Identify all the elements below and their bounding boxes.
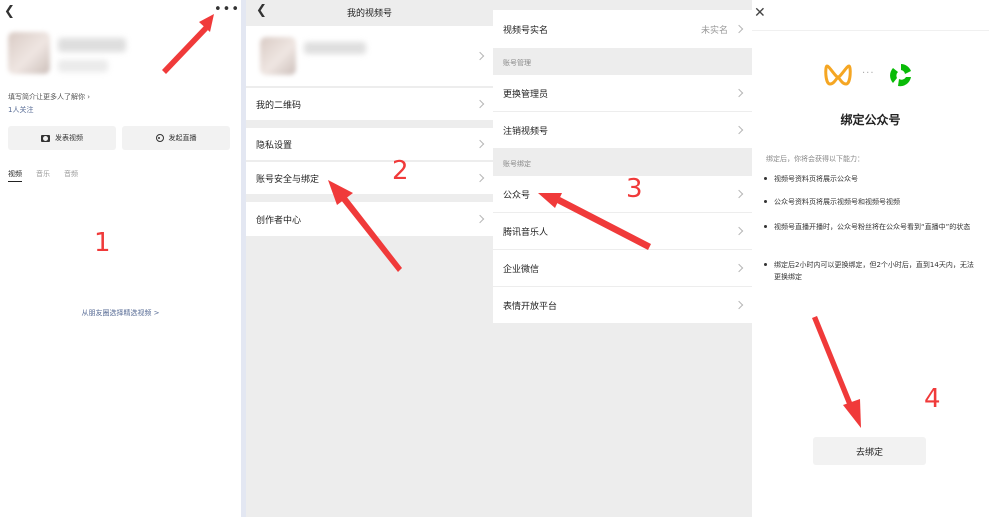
go-bind-button[interactable]: 去绑定 [813, 437, 926, 465]
select-from-moments-link[interactable]: 从朋友圈选择精选视频 > [0, 308, 241, 318]
tab-audio[interactable]: 音频 [64, 169, 78, 182]
tencent-musician-label: 腾讯音乐人 [503, 227, 549, 238]
official-account-label: 公众号 [503, 190, 531, 201]
my-channel-panel: ❮ 我的视频号 我的二维码 隐私设置 账号安全与绑定 创作者中心 2 [246, 0, 493, 517]
chevron-right-icon [475, 139, 485, 149]
creator-center-item[interactable]: 创作者中心 [246, 202, 493, 236]
close-icon[interactable]: ✕ [754, 5, 766, 21]
bio-prompt[interactable]: 填写简介让更多人了解你 › [8, 92, 90, 102]
wecom-item[interactable]: 企业微信 [493, 250, 752, 286]
camera-icon [41, 134, 50, 142]
cancel-channel-label: 注销视频号 [503, 126, 549, 137]
tab-music[interactable]: 音乐 [36, 169, 50, 182]
chevron-right-icon [734, 226, 744, 236]
step-number-4: 4 [924, 384, 941, 414]
bind-official-account-panel: ✕ ··· 绑定公众号 绑定后，你将会获得以下能力： 视频号资料页将展示公众号 … [752, 0, 989, 517]
official-account-item[interactable]: 公众号 [493, 176, 752, 212]
chevron-right-icon [734, 24, 744, 34]
sticker-platform-label: 表情开放平台 [503, 301, 558, 312]
follow-count[interactable]: 1人关注 [8, 105, 33, 115]
link-dots-icon: ··· [862, 68, 875, 79]
account-security-item[interactable]: 账号安全与绑定 [246, 162, 493, 194]
profile-id-blurred [58, 60, 108, 72]
account-security-label: 账号安全与绑定 [256, 174, 320, 185]
chevron-right-icon [734, 125, 744, 135]
wecom-label: 企业微信 [503, 264, 540, 275]
step-number-3: 3 [626, 174, 643, 204]
avatar [260, 37, 296, 75]
step-number-2: 2 [392, 156, 409, 186]
live-icon [155, 134, 164, 142]
sticker-platform-item[interactable]: 表情开放平台 [493, 287, 752, 323]
profile-name-blurred [58, 38, 126, 52]
publish-video-button[interactable]: 发表视频 [8, 126, 116, 150]
bullet-item: 视频号资料页将展示公众号 [764, 173, 974, 185]
start-live-button[interactable]: 发起直播 [122, 126, 230, 150]
privacy-settings-label: 隐私设置 [256, 140, 293, 151]
tab-video[interactable]: 视频 [8, 169, 22, 182]
creator-center-label: 创作者中心 [256, 215, 302, 226]
my-qrcode-label: 我的二维码 [256, 100, 302, 111]
change-admin-item[interactable]: 更换管理员 [493, 75, 752, 111]
more-options-icon[interactable]: ••• [214, 2, 240, 17]
profile-card[interactable] [246, 26, 493, 86]
profile-name-blurred [304, 42, 366, 54]
page-title: 我的视频号 [346, 9, 392, 19]
start-live-label: 发起直播 [168, 134, 197, 142]
chevron-right-icon [475, 214, 485, 224]
bullet-item: 公众号资料页将展示视频号和视频号视频 [764, 196, 974, 208]
account-binding-panel: 视频号实名 未实名 账号管理 更换管理员 注销视频号 账号绑定 公众号 腾讯音乐… [493, 0, 752, 517]
realname-status: 未实名 [700, 25, 728, 36]
official-account-logo-icon [890, 64, 911, 87]
avatar[interactable] [8, 32, 50, 74]
header-divider [752, 30, 989, 31]
chevron-right-icon [475, 99, 485, 109]
section-header-bind: 账号绑定 [503, 160, 531, 168]
chevron-right-icon [734, 189, 744, 199]
chevron-right-icon [475, 51, 485, 61]
content-tabs: 视频 音乐 音频 [8, 169, 78, 182]
page-title: 绑定公众号 [840, 113, 901, 127]
tencent-musician-item[interactable]: 腾讯音乐人 [493, 213, 752, 249]
cancel-channel-item[interactable]: 注销视频号 [493, 112, 752, 148]
channel-header: ❮ 我的视频号 [246, 0, 493, 24]
bullet-item: 绑定后2小时内可以更换绑定，但2个小时后，直到14天内，无法更换绑定 [764, 261, 974, 281]
realname-label: 视频号实名 [503, 25, 549, 36]
change-admin-label: 更换管理员 [503, 89, 549, 100]
chevron-right-icon [734, 300, 744, 310]
realname-item[interactable]: 视频号实名 未实名 [493, 10, 752, 48]
chevron-right-icon [734, 88, 744, 98]
chevron-right-icon [734, 263, 744, 273]
privacy-settings-item[interactable]: 隐私设置 [246, 128, 493, 160]
bind-intro: 绑定后，你将会获得以下能力： [766, 155, 864, 163]
channels-logo-icon [824, 64, 852, 86]
step-number-1: 1 [94, 228, 111, 258]
chevron-right-icon [475, 173, 485, 183]
profile-panel: ❮ ••• 填写简介让更多人了解你 › 1人关注 发表视频 发起直播 视频 音乐… [0, 0, 241, 517]
my-qrcode-item[interactable]: 我的二维码 [246, 88, 493, 120]
publish-video-label: 发表视频 [55, 134, 83, 142]
back-icon[interactable]: ❮ [4, 4, 15, 19]
bullet-item: 视频号直播开播时，公众号粉丝将在公众号看到“直播中”的状态 [764, 221, 974, 233]
section-header-manage: 账号管理 [503, 59, 531, 67]
